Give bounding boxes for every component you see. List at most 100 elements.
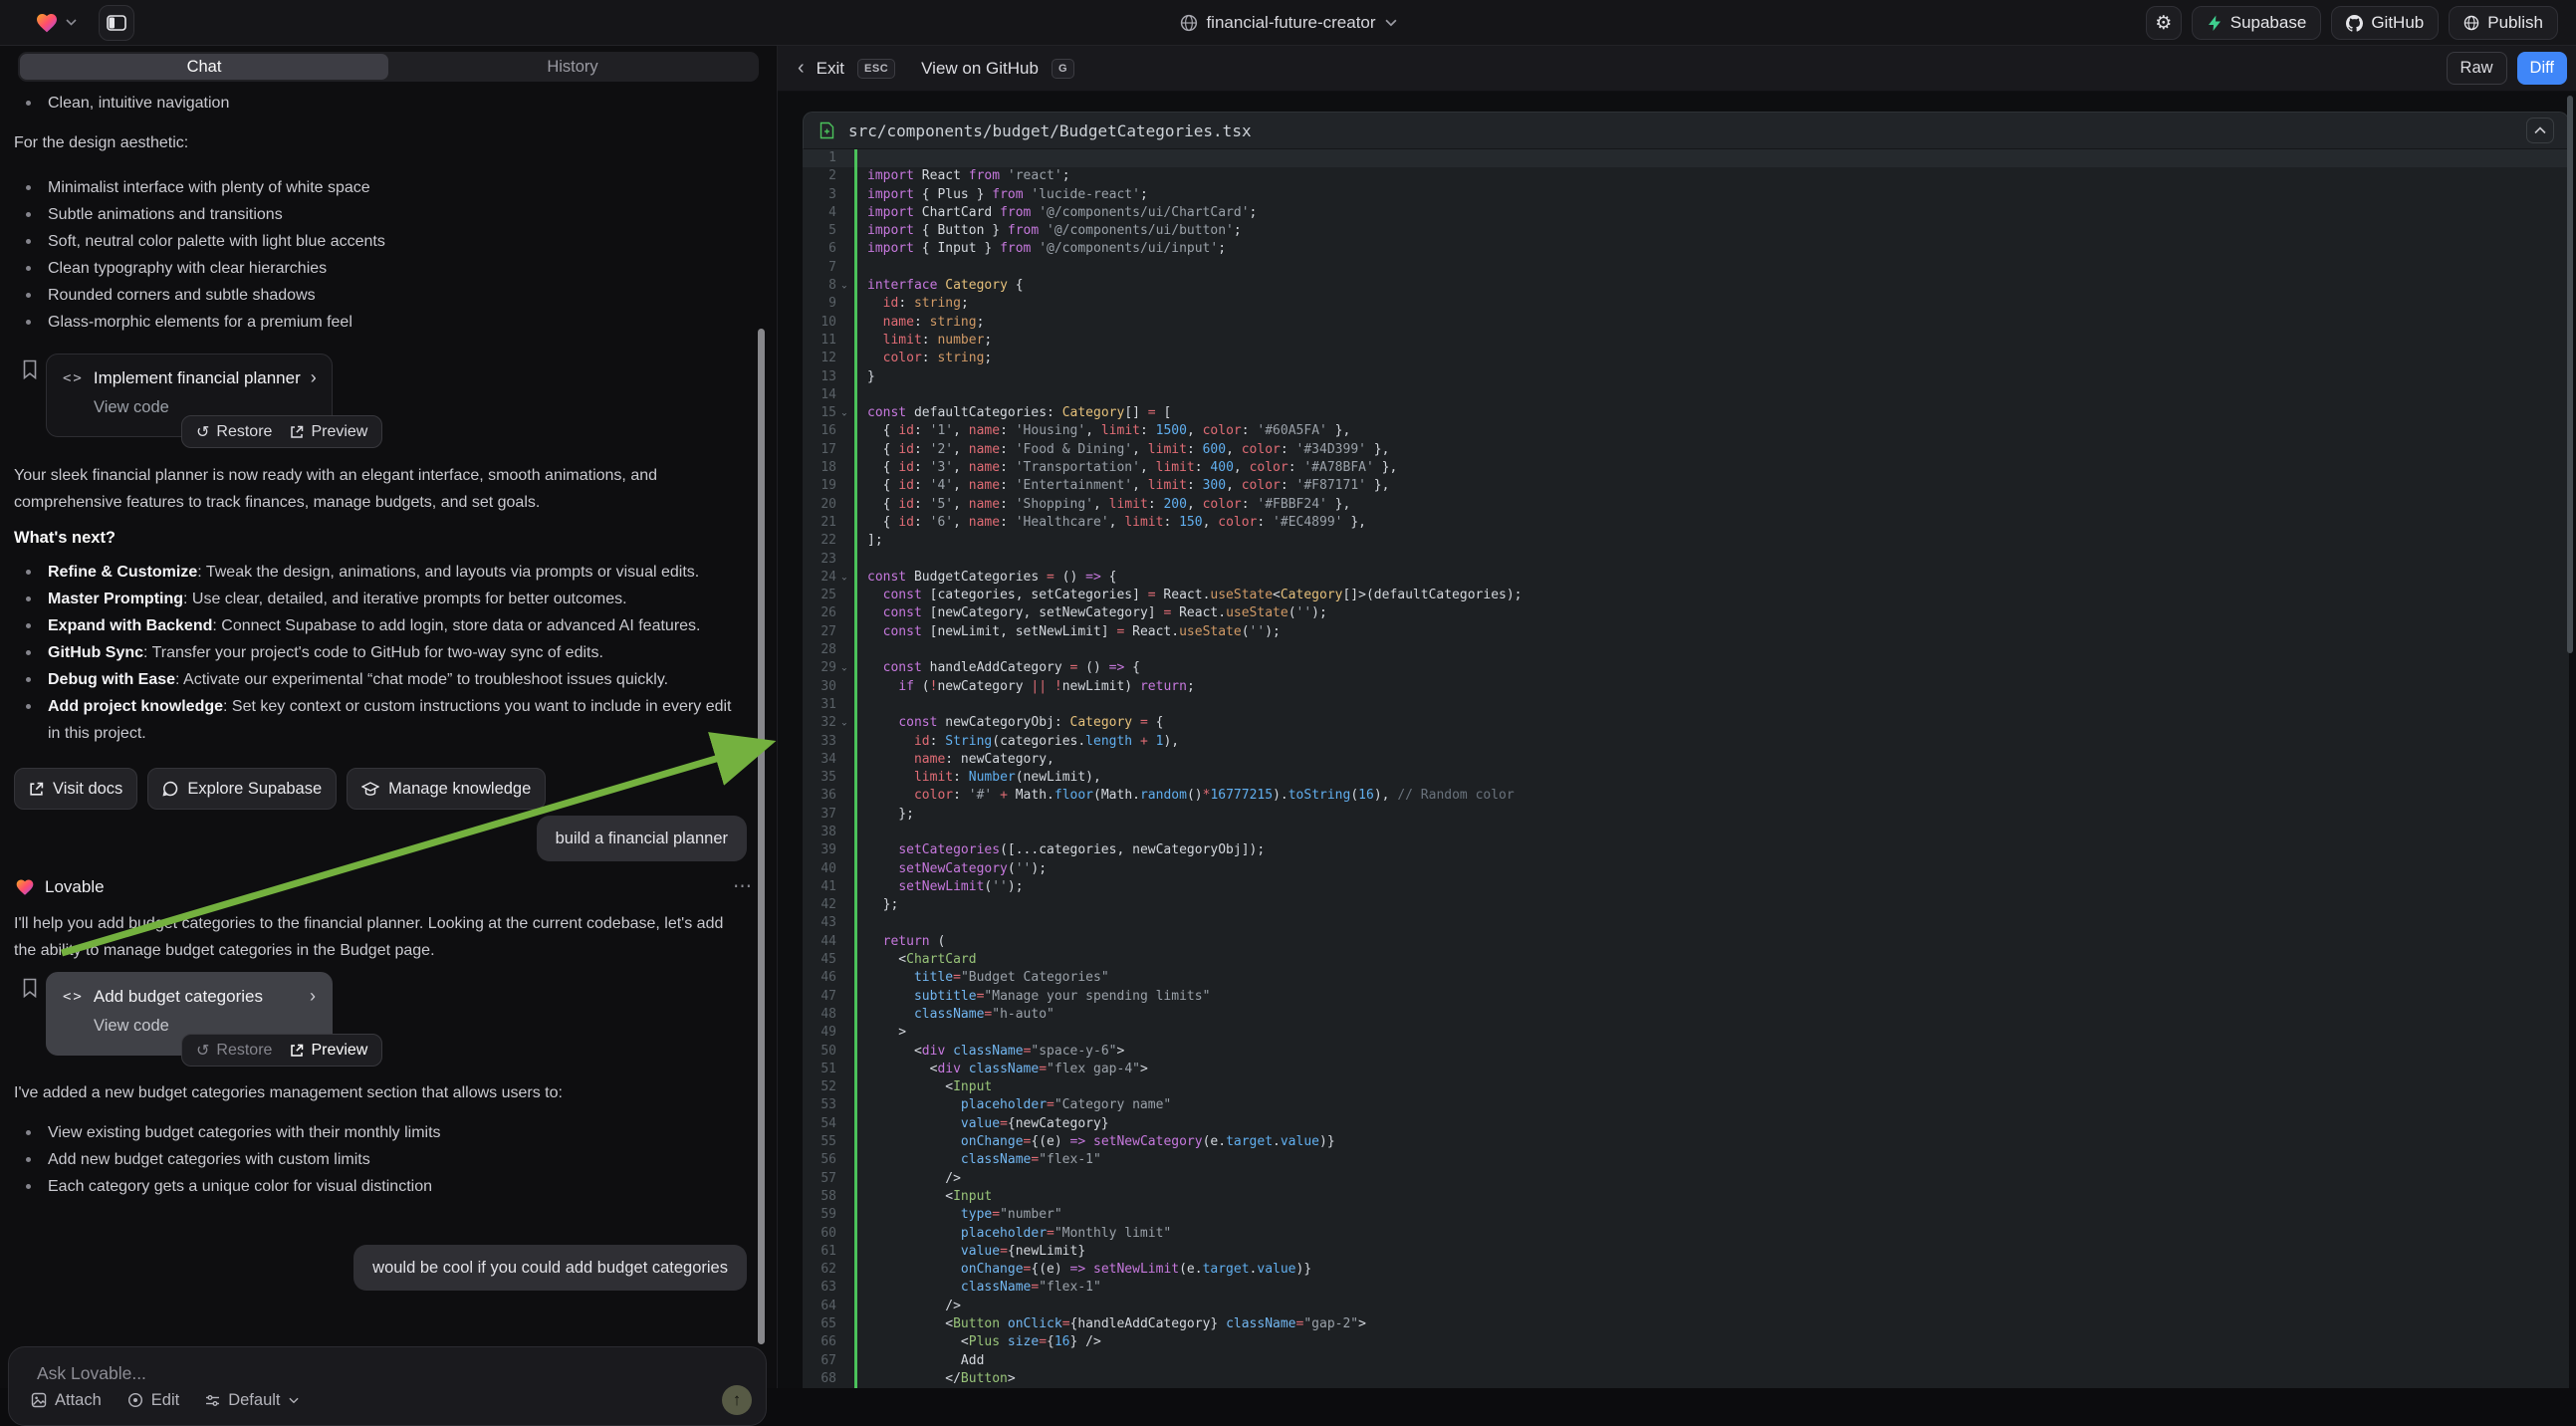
back-chevron-icon[interactable]: ‹ [798, 57, 805, 80]
raw-toggle-button[interactable]: Raw [2447, 52, 2507, 85]
line-number: 8 [803, 277, 836, 295]
fold-spacer [836, 1133, 851, 1151]
code-line: 66 <Plus size={16} /> [803, 1333, 2569, 1351]
code-text: const [newCategory, setNewCategory] = Re… [851, 604, 1327, 622]
code-lines: 12import React from 'react';3import { Pl… [803, 149, 2569, 1388]
external-link-icon [29, 782, 44, 797]
code-scrollbar[interactable] [2567, 96, 2573, 653]
project-switcher[interactable]: financial-future-creator [1179, 0, 1396, 46]
line-number: 22 [803, 532, 836, 550]
lovable-logo-menu[interactable] [34, 11, 77, 35]
tab-chat[interactable]: Chat [20, 54, 388, 80]
bullet-item: Add project knowledge: Set key context o… [14, 693, 747, 747]
message-menu-button[interactable]: ⋯ [733, 875, 753, 898]
fold-spacer [836, 1078, 851, 1096]
fold-spacer [836, 332, 851, 350]
code-text: const BudgetCategories = () => { [851, 569, 1116, 587]
publish-globe-icon [2463, 15, 2479, 31]
code-text: if (!newCategory || !newLimit) return; [851, 678, 1195, 696]
line-number: 60 [803, 1225, 836, 1243]
send-button[interactable]: ↑ [722, 1385, 752, 1415]
preview-button[interactable]: Preview [290, 1042, 367, 1060]
fold-chevron-icon[interactable]: › [836, 277, 851, 295]
code-text: <ChartCard [851, 951, 977, 969]
restore-button[interactable]: ↺ Restore [196, 422, 272, 442]
fold-spacer [836, 314, 851, 332]
chevron-right-icon: › [311, 367, 317, 388]
code-text: value={newCategory} [851, 1115, 1109, 1133]
preview-button[interactable]: Preview [290, 423, 367, 441]
manage-knowledge-button[interactable]: Manage knowledge [347, 768, 546, 810]
fold-chevron-icon[interactable]: › [836, 404, 851, 422]
code-line: 61 value={newLimit} [803, 1243, 2569, 1261]
code-line: 18 { id: '3', name: 'Transportation', li… [803, 459, 2569, 477]
chevron-down-icon [1385, 19, 1397, 27]
fold-spacer [836, 969, 851, 987]
sidebar-toggle-button[interactable] [99, 5, 134, 41]
tab-history[interactable]: History [388, 54, 757, 80]
bullet-item: Refine & Customize: Tweak the design, an… [14, 559, 747, 586]
bullet-item: Master Prompting: Use clear, detailed, a… [14, 586, 747, 612]
code-text: placeholder="Category name" [851, 1096, 1171, 1114]
fold-chevron-icon[interactable]: › [836, 714, 851, 732]
design-bullet-list: Minimalist interface with plenty of whit… [14, 174, 747, 336]
fold-spacer [836, 587, 851, 604]
fold-spacer [836, 896, 851, 914]
exit-button[interactable]: Exit [817, 59, 844, 79]
code-text: { id: '4', name: 'Entertainment', limit:… [851, 477, 1389, 495]
code-line: 52 <Input [803, 1078, 2569, 1096]
code-text: const [newLimit, setNewLimit] = React.us… [851, 623, 1281, 641]
supabase-button[interactable]: Supabase [2192, 6, 2322, 40]
bullet-item: Clean typography with clear hierarchies [14, 255, 747, 282]
github-button[interactable]: GitHub [2331, 6, 2439, 40]
code-line: 24›const BudgetCategories = () => { [803, 569, 2569, 587]
diff-toggle-button[interactable]: Diff [2517, 52, 2567, 85]
restore-preview-pill: ↺ Restore Preview [181, 1034, 382, 1067]
chat-scroll-area[interactable]: Clean, intuitive navigation For the desi… [0, 86, 777, 1336]
chat-scrollbar[interactable] [758, 329, 765, 1344]
project-title: financial-future-creator [1206, 13, 1375, 33]
code-line: 54 value={newCategory} [803, 1115, 2569, 1133]
fold-chevron-icon[interactable]: › [836, 659, 851, 677]
fold-chevron-icon[interactable]: › [836, 569, 851, 587]
publish-button[interactable]: Publish [2449, 6, 2558, 40]
attach-button[interactable]: Attach [31, 1391, 102, 1410]
settings-button[interactable]: ⚙ [2146, 6, 2182, 40]
explore-supabase-button[interactable]: Explore Supabase [147, 768, 337, 810]
composer-placeholder[interactable]: Ask Lovable... [37, 1363, 146, 1384]
code-line: 3import { Plus } from 'lucide-react'; [803, 186, 2569, 204]
code-text: > [851, 1024, 906, 1042]
code-brackets-icon: <> [63, 370, 84, 386]
fold-spacer [836, 222, 851, 240]
code-line: 13} [803, 368, 2569, 386]
github-label: GitHub [2371, 13, 2424, 33]
fold-spacer [836, 350, 851, 367]
collapse-file-button[interactable] [2526, 118, 2554, 143]
code-editor[interactable]: 12import React from 'react';3import { Pl… [803, 149, 2569, 1388]
code-text: placeholder="Monthly limit" [851, 1225, 1171, 1243]
code-line: 6import { Input } from '@/components/ui/… [803, 240, 2569, 258]
file-path-bar[interactable]: src/components/budget/BudgetCategories.t… [803, 112, 2569, 149]
line-number: 55 [803, 1133, 836, 1151]
code-line: 40 setNewCategory(''); [803, 860, 2569, 878]
supabase-bolt-icon [2207, 15, 2223, 32]
chevron-down-icon [66, 19, 77, 26]
chat-panel: Chat History Clean, intuitive navigation… [0, 46, 777, 1388]
fold-spacer [836, 623, 851, 641]
visit-docs-button[interactable]: Visit docs [14, 768, 137, 810]
code-text: <Button onClick={handleAddCategory} clas… [851, 1315, 1366, 1333]
composer[interactable]: Ask Lovable... Attach Edit [8, 1346, 767, 1426]
line-number: 26 [803, 604, 836, 622]
code-line: 27 const [newLimit, setNewLimit] = React… [803, 623, 2569, 641]
fold-spacer [836, 514, 851, 532]
code-text: </Button> [851, 1370, 1016, 1388]
view-on-github-button[interactable]: View on GitHub [921, 59, 1039, 79]
model-selector[interactable]: Default [205, 1391, 298, 1410]
restore-button[interactable]: ↺ Restore [196, 1041, 272, 1061]
assistant-paragraph: I'll help you add budget categories to t… [14, 910, 747, 964]
line-number: 9 [803, 295, 836, 313]
line-number: 21 [803, 514, 836, 532]
file-path: src/components/budget/BudgetCategories.t… [848, 121, 1252, 140]
code-line: 2import React from 'react'; [803, 167, 2569, 185]
edit-mode-button[interactable]: Edit [127, 1391, 179, 1410]
